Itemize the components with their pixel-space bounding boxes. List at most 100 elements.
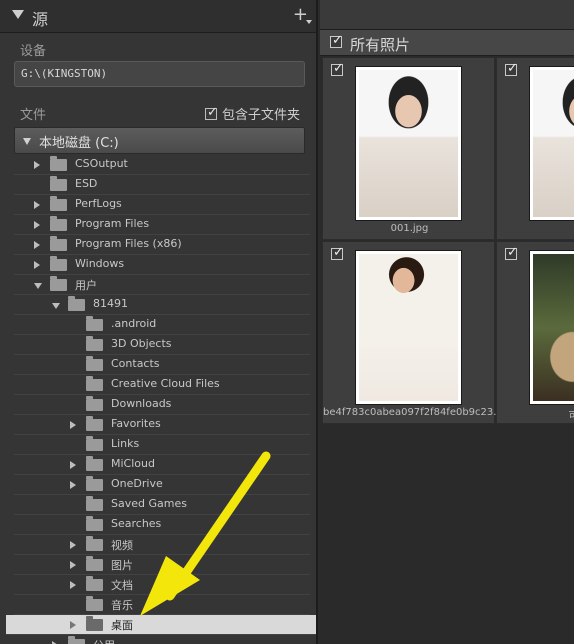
all-photos-bar[interactable]: 所有照片: [320, 30, 574, 56]
tree-item-label: .android: [111, 317, 157, 330]
tree-item[interactable]: 3D Objects: [14, 335, 310, 355]
tree-item[interactable]: Contacts: [14, 355, 310, 375]
photo-thumbnail[interactable]: [529, 250, 574, 405]
collapsed-arrow-icon[interactable]: [70, 481, 76, 489]
photo-image: [533, 70, 574, 217]
tree-item-label: 公用: [93, 637, 115, 644]
folder-icon: [86, 436, 103, 451]
photo-cell[interactable]: be4f783c0abea097f2f84fe0b9c23...: [322, 241, 496, 424]
photo-checkbox[interactable]: [331, 245, 344, 260]
folder-icon: [86, 576, 103, 591]
tree-item[interactable]: Downloads: [14, 395, 310, 415]
photo-thumbnail[interactable]: [355, 66, 462, 221]
tree-item[interactable]: 公用: [14, 635, 310, 644]
folder-icon: [86, 456, 103, 471]
tree-item-label: 3D Objects: [111, 337, 172, 350]
tree-item[interactable]: Program Files (x86): [14, 235, 310, 255]
tree-item-label: Program Files (x86): [75, 237, 182, 250]
select-all-checkbox[interactable]: [330, 33, 343, 48]
photo-checkbox[interactable]: [331, 61, 344, 76]
tree-item[interactable]: CSOutput: [14, 155, 310, 175]
include-subfolders-label: 包含子文件夹: [222, 108, 301, 123]
expanded-arrow-icon[interactable]: [52, 303, 60, 309]
photo-image: [533, 254, 574, 401]
collapsed-arrow-icon[interactable]: [70, 561, 76, 569]
collapsed-arrow-icon[interactable]: [34, 161, 40, 169]
collapsed-arrow-icon[interactable]: [70, 421, 76, 429]
folder-icon: [86, 516, 103, 531]
tree-item[interactable]: 用户: [14, 275, 310, 295]
tree-item[interactable]: Windows: [14, 255, 310, 275]
folder-icon: [68, 296, 85, 311]
source-panel-title: 源: [32, 10, 49, 29]
folder-icon: [86, 416, 103, 431]
photo-filename: 001.jpg: [390, 223, 429, 234]
tree-item-label: Windows: [75, 257, 125, 270]
device-field[interactable]: G:\(KINGSTON): [14, 61, 305, 87]
folder-icon: [50, 196, 67, 211]
collapsed-arrow-icon[interactable]: [34, 221, 40, 229]
folder-icon: [86, 596, 103, 611]
collapsed-arrow-icon[interactable]: [70, 581, 76, 589]
folder-icon: [50, 216, 67, 231]
collapsed-arrow-icon[interactable]: [34, 261, 40, 269]
photo-cell[interactable]: 可爱小: [496, 241, 574, 424]
tree-item-label: 用户: [75, 279, 97, 292]
folder-icon: [50, 276, 67, 291]
collapsed-arrow-icon[interactable]: [70, 461, 76, 469]
folder-icon: [86, 556, 103, 571]
tree-item[interactable]: .android: [14, 315, 310, 335]
folder-icon: [86, 316, 103, 331]
photo-filename: be4f783c0abea097f2f84fe0b9c23...: [323, 407, 496, 418]
photo-cell[interactable]: [496, 57, 574, 240]
folder-icon: [86, 376, 103, 391]
tree-item-label: CSOutput: [75, 157, 128, 170]
all-photos-label: 所有照片: [350, 36, 411, 54]
folder-icon: [50, 236, 67, 251]
tree-item[interactable]: Favorites: [14, 415, 310, 435]
folder-icon: [68, 636, 85, 644]
include-subfolders-checkbox[interactable]: 包含子文件夹: [205, 104, 300, 123]
tree-item[interactable]: PerfLogs: [14, 195, 310, 215]
folder-icon: [50, 176, 67, 191]
expanded-arrow-icon[interactable]: [34, 283, 42, 289]
folder-icon: [86, 476, 103, 491]
folder-icon: [50, 256, 67, 271]
photo-cell[interactable]: 001.jpg: [322, 57, 495, 240]
annotation-arrow-icon: [140, 451, 271, 616]
tree-item-label: ESD: [75, 177, 98, 190]
folder-icon: [86, 616, 103, 631]
photo-checkbox[interactable]: [505, 245, 518, 260]
collapsed-arrow-icon[interactable]: [34, 201, 40, 209]
photo-thumbnail[interactable]: [529, 66, 574, 221]
tree-item-label: Contacts: [111, 357, 160, 370]
tree-item-label: Program Files: [75, 217, 150, 230]
tree-item[interactable]: ESD: [14, 175, 310, 195]
collapse-triangle-icon[interactable]: [12, 10, 24, 19]
tree-item[interactable]: 81491: [14, 295, 310, 315]
tree-item-label: Creative Cloud Files: [111, 377, 220, 390]
folder-icon: [86, 536, 103, 551]
expand-triangle-icon[interactable]: [23, 138, 31, 145]
collapsed-arrow-icon[interactable]: [34, 241, 40, 249]
photo-checkbox[interactable]: [505, 61, 518, 76]
collapsed-arrow-icon[interactable]: [70, 621, 76, 629]
drive-header[interactable]: 本地磁盘 (C:): [14, 127, 305, 154]
photo-thumbnail[interactable]: [355, 250, 462, 405]
tree-item[interactable]: Program Files: [14, 215, 310, 235]
add-source-dropdown-icon[interactable]: [306, 20, 312, 24]
grid-toolbar: [320, 0, 574, 30]
tree-item[interactable]: Creative Cloud Files: [14, 375, 310, 395]
folder-icon: [86, 496, 103, 511]
tree-item-label: Favorites: [111, 417, 161, 430]
device-section-label: 设备: [20, 44, 47, 59]
folder-icon: [86, 336, 103, 351]
collapsed-arrow-icon[interactable]: [70, 541, 76, 549]
photo-image: [359, 70, 458, 217]
checkbox-checked-icon[interactable]: [205, 105, 218, 120]
tree-item-label: 81491: [93, 297, 128, 310]
photo-grid-panel: 所有照片 001.jpg be4f783c0abea097f2f84fe0b9c2…: [320, 0, 574, 644]
folder-icon: [86, 396, 103, 411]
source-panel-header[interactable]: 源 +: [0, 0, 316, 33]
drive-label: 本地磁盘 (C:): [39, 136, 119, 151]
